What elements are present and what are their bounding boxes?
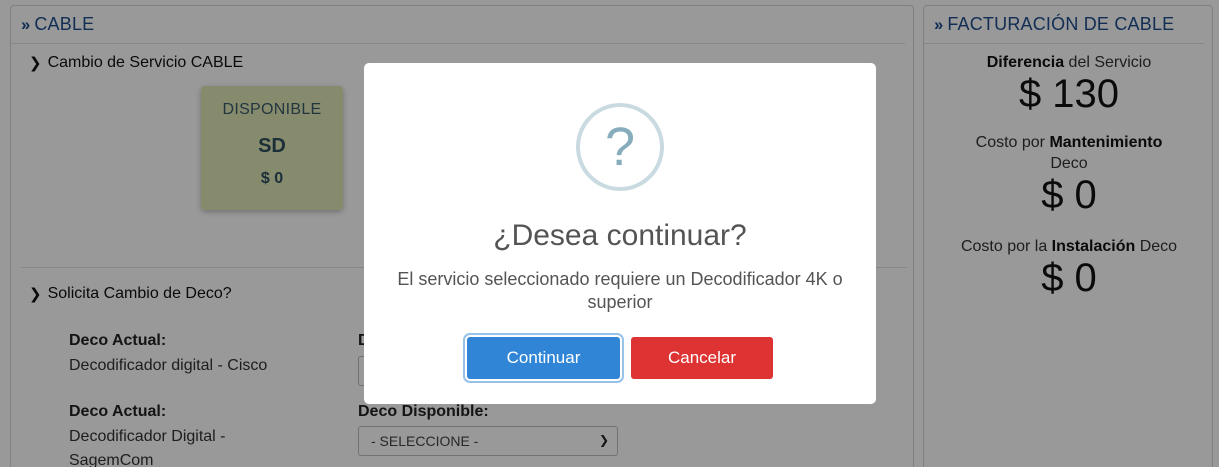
dialog-title: ¿Desea continuar? <box>493 219 747 252</box>
question-glyph: ? <box>604 117 636 177</box>
dialog-message: El servicio seleccionado requiere un Dec… <box>397 269 843 312</box>
cancel-button[interactable]: Cancelar <box>631 337 773 379</box>
question-icon: ? <box>576 103 664 191</box>
page: ›› CABLE ❯ Cambio de Servicio CABLE DISP… <box>0 0 1219 467</box>
confirm-dialog: ? ¿Desea continuar? El servicio seleccio… <box>364 63 876 404</box>
continue-button[interactable]: Continuar <box>467 337 620 379</box>
